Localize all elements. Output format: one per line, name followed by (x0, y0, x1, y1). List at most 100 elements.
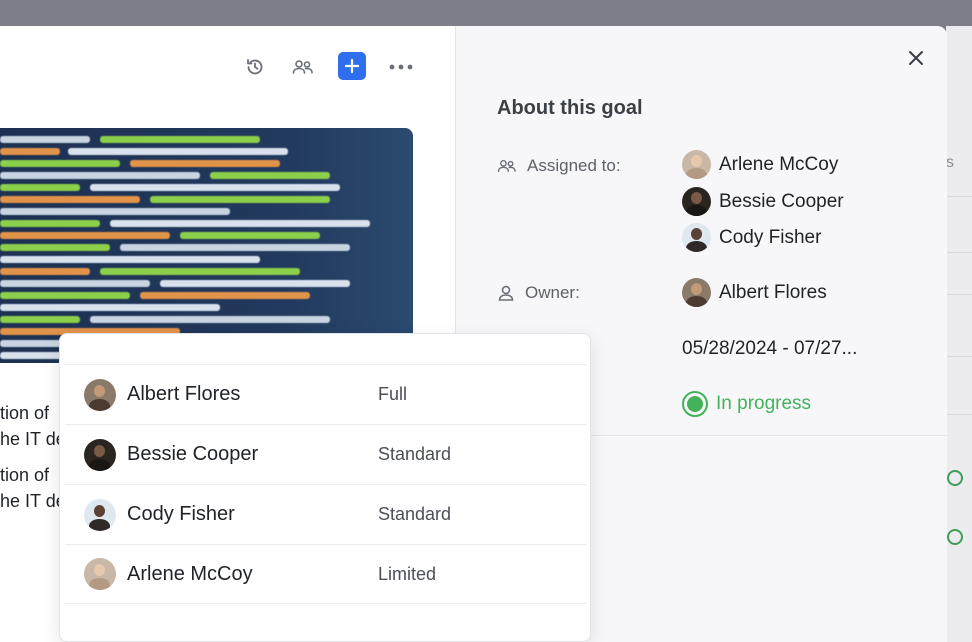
code-line (140, 292, 310, 299)
ellipsis-icon (389, 64, 413, 70)
code-line (180, 232, 320, 239)
assignee-name: Bessie Cooper (719, 190, 844, 212)
description-text: he IT de (0, 491, 66, 511)
avatar-body (686, 205, 707, 216)
avatar (682, 223, 711, 252)
background-divider (946, 252, 972, 253)
assigned-to-label-text: Assigned to: (527, 156, 621, 175)
close-button[interactable] (904, 46, 928, 70)
member-permission[interactable]: Standard (378, 444, 451, 465)
close-icon (909, 51, 923, 65)
member-row[interactable]: Cody Fisher Standard (65, 484, 587, 544)
code-line (0, 292, 130, 299)
code-line (130, 160, 280, 167)
status-badge[interactable]: In progress (682, 391, 811, 417)
date-range[interactable]: 05/28/2024 - 07/27... (682, 338, 857, 360)
code-line (100, 268, 300, 275)
assignee-name: Cody Fisher (719, 226, 822, 248)
status-icon (682, 391, 708, 417)
owner-item[interactable]: Albert Flores (682, 278, 827, 307)
avatar (84, 438, 116, 471)
background-divider (946, 294, 972, 295)
status-dot-fill (687, 396, 703, 412)
assignee-item[interactable]: Cody Fisher (682, 223, 821, 252)
code-line (0, 160, 120, 167)
owner-label: Owner: (497, 283, 580, 303)
code-line (0, 244, 110, 251)
people-icon (292, 60, 313, 74)
code-line (0, 208, 230, 215)
assignee-item[interactable]: Bessie Cooper (682, 187, 844, 216)
avatar-body (89, 518, 110, 531)
code-line (160, 280, 350, 287)
background-divider (946, 414, 972, 415)
member-name: Albert Flores (127, 383, 241, 405)
more-options-button[interactable] (387, 54, 415, 80)
code-line (68, 148, 288, 155)
avatar (682, 278, 711, 307)
avatar-head (691, 283, 702, 295)
avatar-head (94, 504, 105, 517)
avatar-body (89, 398, 110, 411)
member-name: Arlene McCoy (127, 562, 253, 585)
people-icon (497, 159, 516, 173)
avatar-head (691, 192, 702, 204)
goal-cover-image (0, 128, 413, 363)
status-text: In progress (716, 393, 812, 414)
history-button[interactable] (241, 54, 269, 80)
background-divider (946, 196, 972, 197)
avatar-body (89, 578, 110, 590)
code-line (0, 280, 150, 287)
avatar-head (691, 228, 702, 240)
member-row[interactable]: Albert Flores Full (65, 364, 587, 424)
code-line (90, 184, 340, 191)
code-line (110, 220, 370, 227)
member-row[interactable]: Bessie Cooper Standard (65, 424, 587, 484)
background-divider (946, 356, 972, 357)
assignee-item[interactable]: Arlene McCoy (682, 150, 838, 179)
avatar-body (89, 458, 110, 471)
code-line (0, 136, 90, 143)
avatar (84, 558, 116, 590)
code-line (0, 316, 80, 323)
member-permission[interactable]: Standard (378, 504, 451, 525)
code-line (0, 232, 170, 239)
avatar (682, 150, 711, 179)
background-progress-ring (947, 529, 963, 545)
member-row[interactable]: Arlene McCoy Limited (65, 544, 587, 604)
code-line (0, 256, 260, 263)
members-button[interactable] (289, 54, 317, 80)
code-line (90, 316, 330, 323)
add-button[interactable] (338, 52, 366, 80)
avatar (84, 498, 116, 531)
member-name: Bessie Cooper (127, 443, 259, 465)
code-line (100, 136, 260, 143)
avatar-body (686, 168, 707, 179)
code-line (150, 196, 330, 203)
description-text: tion of (0, 403, 50, 423)
avatar-head (94, 384, 105, 397)
avatar-body (686, 241, 707, 252)
code-line (0, 304, 220, 311)
description-text: tion of (0, 465, 50, 485)
member-permission[interactable]: Full (378, 384, 407, 405)
description-text: he IT de (0, 429, 66, 449)
member-permission[interactable]: Limited (378, 564, 436, 585)
avatar (84, 378, 116, 411)
avatar-head (94, 444, 105, 457)
history-icon (247, 59, 263, 75)
code-line (0, 268, 90, 275)
code-line (0, 184, 80, 191)
code-line (0, 148, 60, 155)
code-line (0, 196, 140, 203)
code-line (210, 172, 330, 179)
person-icon (498, 285, 514, 301)
member-name: Cody Fisher (127, 503, 235, 525)
assignee-name: Arlene McCoy (719, 153, 839, 175)
avatar-head (94, 564, 105, 576)
plus-icon (345, 59, 359, 73)
avatar (682, 187, 711, 216)
assigned-to-label: Assigned to: (497, 156, 621, 176)
panel-title: About this goal (497, 97, 643, 119)
avatar-head (691, 155, 702, 167)
